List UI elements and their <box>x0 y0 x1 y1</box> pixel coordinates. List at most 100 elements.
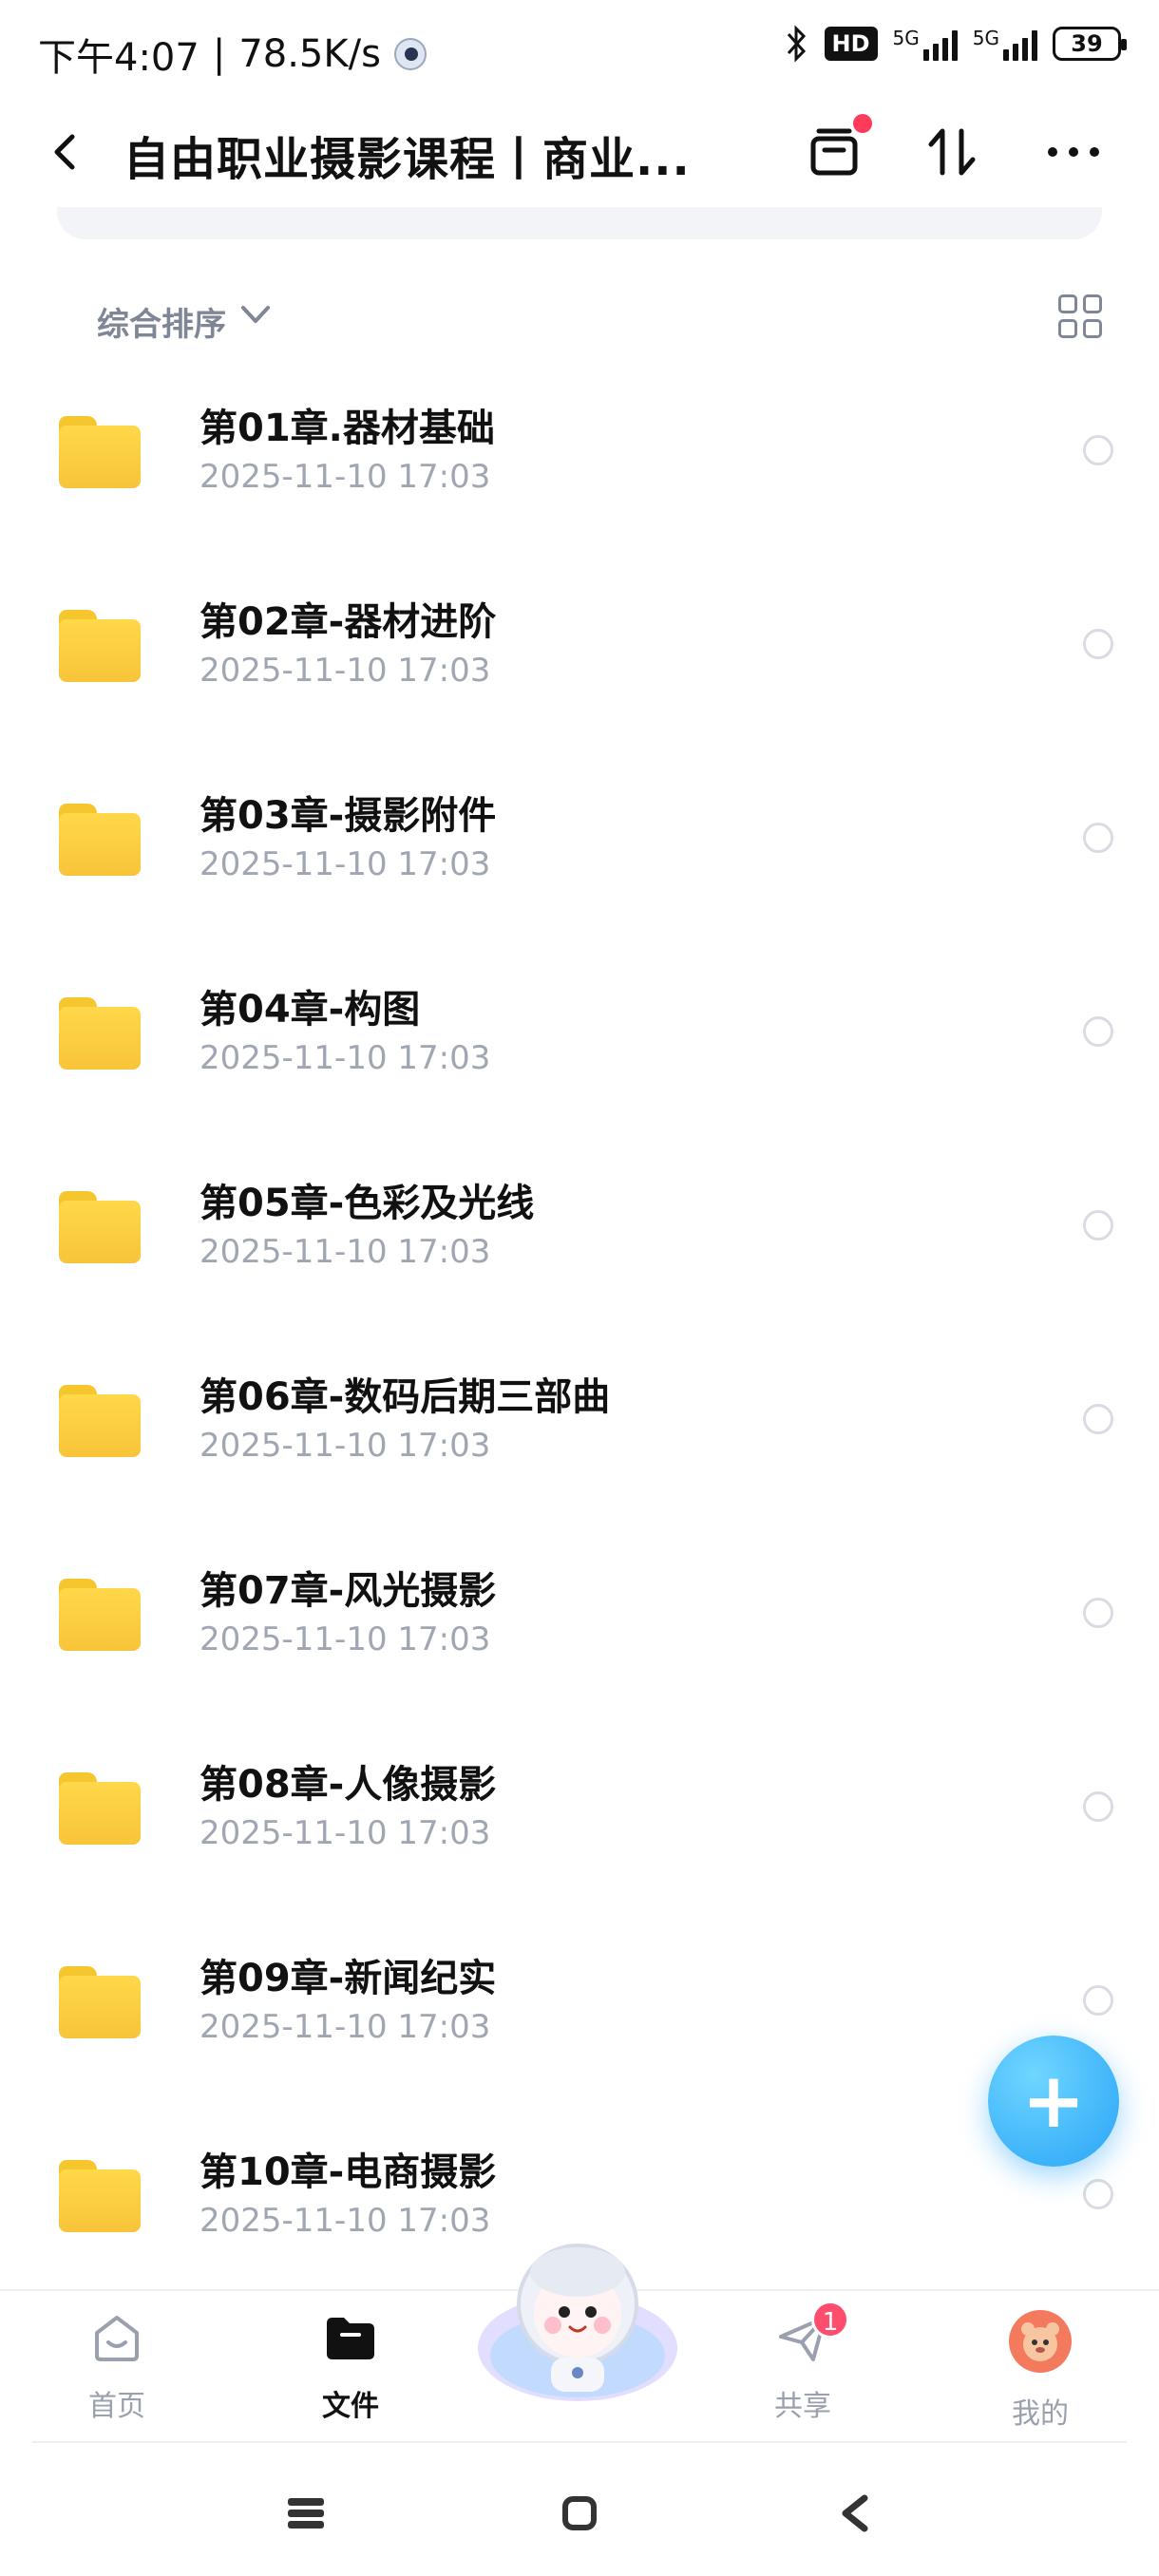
nav-mine[interactable]: 我的 <box>969 2308 1112 2432</box>
bottom-nav: 首页 文件 1 共享 我的 <box>0 2244 1159 2441</box>
file-name: 第01章.器材基础 <box>200 407 495 450</box>
select-radio[interactable] <box>1083 2179 1113 2209</box>
sort-arrows-icon <box>928 128 976 176</box>
nav-files-label: 文件 <box>322 2390 379 2423</box>
status-net-speed: 78.5K/s <box>238 32 381 76</box>
home-system-button[interactable] <box>551 2485 608 2542</box>
file-name: 第07章-风光摄影 <box>200 1569 497 1613</box>
file-row[interactable]: 第01章.器材基础 2025-11-10 17:03 <box>0 380 1159 574</box>
file-row[interactable]: 第05章-色彩及光线 2025-11-10 17:03 <box>0 1155 1159 1349</box>
battery-icon: 39 <box>1053 27 1127 61</box>
folder-icon <box>59 1772 141 1845</box>
back-button[interactable] <box>46 131 87 173</box>
file-name: 第10章-电商摄影 <box>200 2150 497 2194</box>
file-row[interactable]: 第09章-新闻纪实 2025-11-10 17:03 <box>0 1930 1159 2124</box>
grid-view-icon[interactable] <box>1058 294 1102 338</box>
network-type-1: 5G <box>892 27 920 49</box>
file-row[interactable]: 第07章-风光摄影 2025-11-10 17:03 <box>0 1543 1159 1736</box>
plus-icon: + <box>1021 2056 1086 2145</box>
home-icon <box>95 2316 139 2361</box>
back-system-button[interactable] <box>826 2485 884 2542</box>
page-title: 自由职业摄影课程丨商业... <box>124 133 691 186</box>
select-radio[interactable] <box>1083 1404 1113 1434</box>
file-date: 2025-11-10 17:03 <box>200 1039 491 1077</box>
bluetooth-icon <box>787 25 806 63</box>
mascot-icon <box>478 2244 677 2401</box>
folder-icon <box>59 1191 141 1263</box>
folder-icon <box>59 997 141 1070</box>
file-row[interactable]: 第04章-构图 2025-11-10 17:03 <box>0 961 1159 1155</box>
file-row[interactable]: 第06章-数码后期三部曲 2025-11-10 17:03 <box>0 1349 1159 1543</box>
collapsed-search-bar[interactable] <box>57 207 1102 239</box>
nav-share[interactable]: 1 共享 <box>732 2301 874 2424</box>
file-date: 2025-11-10 17:03 <box>200 2008 491 2046</box>
folder-icon <box>59 1385 141 1457</box>
mascot-button[interactable] <box>473 2234 682 2405</box>
file-date: 2025-11-10 17:03 <box>200 1233 491 1271</box>
triangle-back-icon <box>842 2494 868 2532</box>
file-row[interactable]: 第03章-摄影附件 2025-11-10 17:03 <box>0 767 1159 961</box>
folder-icon <box>59 610 141 682</box>
nav-mine-label: 我的 <box>1012 2397 1069 2431</box>
app-header: 自由职业摄影课程丨商业... <box>0 104 1159 199</box>
add-button[interactable]: + <box>988 2036 1119 2167</box>
file-name: 第06章-数码后期三部曲 <box>200 1375 611 1419</box>
more-button[interactable] <box>1037 116 1110 188</box>
hd-voice-icon: HD <box>824 27 878 61</box>
battery-level: 39 <box>1071 30 1103 57</box>
file-name: 第09章-新闻纪实 <box>200 1957 497 2000</box>
signal-2-icon: 5G <box>973 27 1037 61</box>
network-type-2: 5G <box>972 27 999 49</box>
inbox-icon <box>810 128 858 176</box>
status-bar: 下午4:07 | 78.5K/s HD 5G 5G 39 <box>0 0 1159 104</box>
select-radio[interactable] <box>1083 1791 1113 1822</box>
status-right: HD 5G 5G 39 <box>785 25 1127 63</box>
nav-home[interactable]: 首页 <box>46 2308 188 2424</box>
square-icon <box>562 2496 597 2530</box>
file-row[interactable]: 第02章-器材进阶 2025-11-10 17:03 <box>0 574 1159 767</box>
select-radio[interactable] <box>1083 629 1113 659</box>
user-avatar-icon <box>1009 2310 1072 2373</box>
file-name: 第02章-器材进阶 <box>200 600 497 644</box>
folder-icon <box>59 1579 141 1651</box>
status-time: 下午4:07 <box>38 36 200 80</box>
notification-dot <box>853 114 872 133</box>
share-badge: 1 <box>811 2301 849 2339</box>
file-name: 第05章-色彩及光线 <box>200 1182 535 1225</box>
inbox-button[interactable] <box>798 114 872 188</box>
file-date: 2025-11-10 17:03 <box>200 845 491 883</box>
folder-filled-icon <box>327 2318 374 2359</box>
folder-icon <box>59 804 141 876</box>
sort-button[interactable] <box>916 116 988 188</box>
select-radio[interactable] <box>1083 1210 1113 1241</box>
recent-apps-button[interactable] <box>277 2485 334 2542</box>
sort-dropdown[interactable]: 综合排序 <box>97 298 226 345</box>
file-name: 第04章-构图 <box>200 988 421 1032</box>
status-left: 下午4:07 | 78.5K/s <box>38 27 427 82</box>
more-icon <box>1048 147 1099 157</box>
file-name: 第08章-人像摄影 <box>200 1763 497 1807</box>
file-row[interactable]: 第08章-人像摄影 2025-11-10 17:03 <box>0 1736 1159 1930</box>
file-date: 2025-11-10 17:03 <box>200 1814 491 1852</box>
nav-files[interactable]: 文件 <box>279 2308 422 2424</box>
file-date: 2025-11-10 17:03 <box>200 1427 491 1465</box>
nav-home-label: 首页 <box>88 2390 145 2423</box>
select-radio[interactable] <box>1083 1016 1113 1047</box>
folder-icon <box>59 416 141 488</box>
nav-share-label: 共享 <box>774 2390 831 2423</box>
file-date: 2025-11-10 17:03 <box>200 1620 491 1658</box>
select-radio[interactable] <box>1083 1985 1113 2016</box>
folder-icon <box>59 1966 141 2038</box>
status-separator: | <box>212 32 226 76</box>
file-date: 2025-11-10 17:03 <box>200 458 491 496</box>
folder-icon <box>59 2160 141 2232</box>
select-radio[interactable] <box>1083 1598 1113 1628</box>
sort-row: 综合排序 <box>0 285 1159 351</box>
system-nav-bar <box>0 2451 1159 2576</box>
chevron-down-icon[interactable] <box>239 298 272 338</box>
nav-divider <box>32 2441 1127 2443</box>
file-name: 第03章-摄影附件 <box>200 794 497 838</box>
file-date: 2025-11-10 17:03 <box>200 2202 491 2240</box>
select-radio[interactable] <box>1083 823 1113 853</box>
select-radio[interactable] <box>1083 435 1113 465</box>
